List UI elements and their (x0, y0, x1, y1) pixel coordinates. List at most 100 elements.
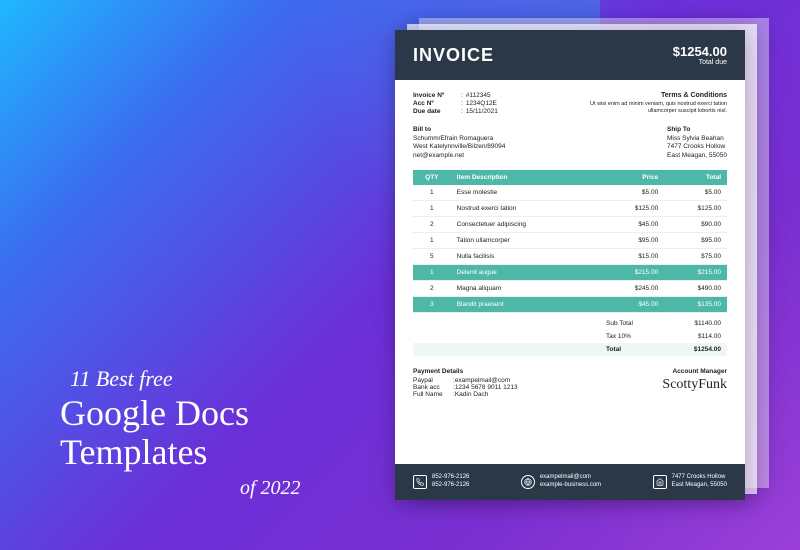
cell-desc: Esse molestie (451, 185, 602, 201)
headline-subline: of 2022 (60, 477, 301, 500)
footer-addr1: 7477 Crooks Hollow (672, 474, 727, 482)
invoice-footer: 852-976-2126852-976-2126 exampelmail@com… (395, 464, 745, 500)
cell-desc: Tation ullamcorper (451, 233, 602, 249)
cell-qty: 2 (413, 217, 451, 233)
payment-details: Payment Details Paypal: exampelmail@com … (413, 368, 518, 398)
terms-body: Ut wisi enim ad minim veniam, quis nostr… (570, 101, 727, 115)
headline-overline: 11 Best free (60, 366, 301, 392)
cell-total: $215.00 (664, 265, 727, 281)
ship-to-line1: Miss Sylvia Beahan (667, 135, 727, 143)
headline-title-line2: Templates (60, 433, 301, 473)
cell-qty: 1 (413, 185, 451, 201)
invoice-title: INVOICE (413, 45, 494, 66)
payment-title: Payment Details (413, 368, 518, 375)
cell-total: $95.00 (664, 233, 727, 249)
home-icon (653, 475, 667, 489)
footer-email: exampelmail@com (540, 474, 601, 482)
cell-price: $215.00 (601, 265, 664, 281)
table-row: 3Blandit praesent$45.00$135.00 (413, 297, 727, 313)
total-due-label: Total due (673, 59, 727, 66)
cell-price: $45.00 (601, 297, 664, 313)
table-row: 1Nostrud exerci tation$125.00$125.00 (413, 201, 727, 217)
table-row: 5Nulla facilisis$15.00$75.00 (413, 249, 727, 265)
bill-to-title: Bill to (413, 126, 505, 133)
bill-to-line2: West Katelynnville/Bilzen/89094 (413, 143, 505, 151)
cell-total: $125.00 (664, 201, 727, 217)
manager-title: Account Manager (662, 368, 727, 375)
cell-desc: Delenit augue (451, 265, 602, 281)
ship-to-line2: 7477 Crooks Hollow (667, 143, 727, 151)
total-due-block: $1254.00 Total due (673, 44, 727, 66)
items-table: QTY Item Description Price Total 1Esse m… (413, 170, 727, 313)
cell-desc: Nostrud exerci tation (451, 201, 602, 217)
col-desc: Item Description (451, 170, 602, 185)
ship-to-block: Ship To Miss Sylvia Beahan 7477 Crooks H… (667, 126, 727, 160)
cell-price: $15.00 (601, 249, 664, 265)
cell-desc: Blandit praesent (451, 297, 602, 313)
cell-desc: Magna aliquam (451, 281, 602, 297)
invoice-document: INVOICE $1254.00 Total due Invoice Nº:#1… (395, 30, 745, 500)
tax-value: $114.00 (666, 333, 721, 340)
subtotal-value: $1140.00 (666, 320, 721, 327)
cell-total: $90.00 (664, 217, 727, 233)
footer-phone1: 852-976-2126 (432, 474, 469, 482)
ship-to-line3: East Meagan, 55050 (667, 152, 727, 160)
headline-title-line1: Google Docs (60, 394, 301, 434)
cell-total: $135.00 (664, 297, 727, 313)
invoice-header: INVOICE $1254.00 Total due (395, 30, 745, 80)
bill-to-line3: net@example.net (413, 152, 505, 160)
invoice-no-value: #112345 (466, 92, 491, 99)
cell-price: $5.00 (601, 185, 664, 201)
subtotal-label: Sub Total (606, 320, 666, 327)
cell-qty: 1 (413, 201, 451, 217)
cell-qty: 2 (413, 281, 451, 297)
table-row: 1Tation ullamcorper$95.00$95.00 (413, 233, 727, 249)
tax-label: Tax 10% (606, 333, 666, 340)
table-row: 1Delenit augue$215.00$215.00 (413, 265, 727, 281)
bank-label: Bank acc (413, 384, 453, 391)
paypal-value: exampelmail@com (455, 377, 510, 384)
footer-web: example-business.com (540, 482, 601, 490)
cell-price: $45.00 (601, 217, 664, 233)
name-label: Full Name (413, 391, 453, 398)
cell-price: $125.00 (601, 201, 664, 217)
invoice-stack: INVOICE $1254.00 Total due Invoice Nº:#1… (395, 30, 745, 510)
terms-block: Terms & Conditions Ut wisi enim ad minim… (570, 92, 727, 116)
totals-block: Sub Total$1140.00 Tax 10%$114.00 Total$1… (413, 317, 727, 356)
cell-price: $95.00 (601, 233, 664, 249)
ship-to-title: Ship To (667, 126, 727, 133)
invoice-no-label: Invoice Nº (413, 92, 458, 99)
cell-total: $5.00 (664, 185, 727, 201)
col-total: Total (664, 170, 727, 185)
total-value: $1254.00 (666, 346, 721, 353)
globe-icon (521, 475, 535, 489)
phone-icon (413, 475, 427, 489)
total-label: Total (606, 346, 666, 353)
col-qty: QTY (413, 170, 451, 185)
cell-qty: 3 (413, 297, 451, 313)
manager-signature: ScottyFunk (662, 377, 727, 393)
bill-to-line1: Schumm/Efrain Romaguera (413, 135, 505, 143)
table-row: 2Consectetuer adipiscing$45.00$90.00 (413, 217, 727, 233)
terms-title: Terms & Conditions (570, 92, 727, 99)
cell-desc: Nulla facilisis (451, 249, 602, 265)
cell-total: $490.00 (664, 281, 727, 297)
acc-no-value: 1234Q12E (466, 100, 497, 107)
cell-qty: 5 (413, 249, 451, 265)
paypal-label: Paypal (413, 377, 453, 384)
bill-to-block: Bill to Schumm/Efrain Romaguera West Kat… (413, 126, 505, 160)
table-row: 1Esse molestie$5.00$5.00 (413, 185, 727, 201)
footer-phone2: 852-976-2126 (432, 482, 469, 490)
due-date-label: Due date (413, 108, 458, 115)
cell-desc: Consectetuer adipiscing (451, 217, 602, 233)
due-date-value: 15/11/2021 (466, 108, 498, 115)
total-due-amount: $1254.00 (673, 44, 727, 59)
acc-no-label: Acc Nº (413, 100, 458, 107)
headline: 11 Best free Google Docs Templates of 20… (60, 366, 301, 500)
cell-total: $75.00 (664, 249, 727, 265)
footer-addr2: East Meagan, 55050 (672, 482, 727, 490)
invoice-meta: Invoice Nº:#112345 Acc Nº:1234Q12E Due d… (413, 92, 554, 116)
col-price: Price (601, 170, 664, 185)
bank-value: 1234 5678 9011 1213 (455, 384, 518, 391)
manager-block: Account Manager ScottyFunk (662, 368, 727, 398)
